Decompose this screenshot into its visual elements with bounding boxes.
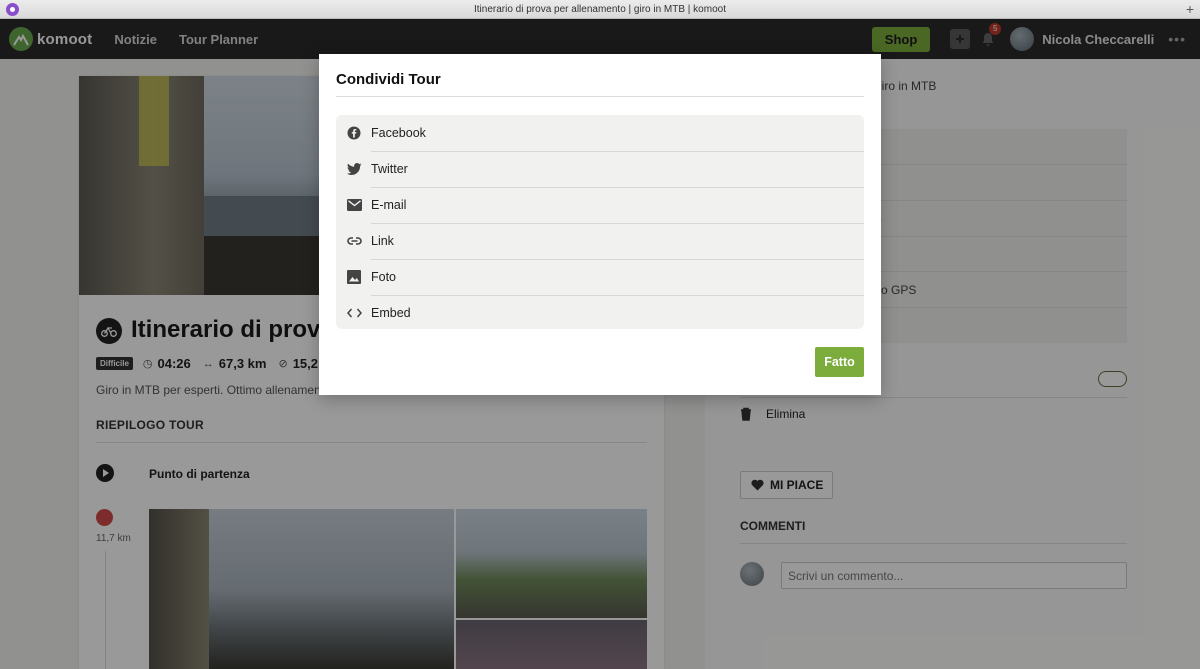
share-item-label: Link (371, 234, 394, 248)
share-email[interactable]: E-mail (336, 187, 864, 223)
image-icon (346, 269, 362, 285)
modal-title: Condividi Tour (336, 71, 441, 88)
share-item-label: Facebook (371, 126, 426, 140)
share-photo[interactable]: Foto (336, 259, 864, 295)
share-options-list: Facebook Twitter E-mail Link Foto Embed (336, 115, 864, 329)
browser-title: Itinerario di prova per allenamento | gi… (474, 3, 726, 15)
share-item-label: Embed (371, 306, 411, 320)
share-facebook[interactable]: Facebook (336, 115, 864, 151)
facebook-icon (346, 125, 362, 141)
share-item-label: E-mail (371, 198, 407, 212)
twitter-icon (346, 161, 362, 177)
mail-icon (346, 197, 362, 213)
code-icon (346, 305, 362, 321)
browser-titlebar: Itinerario di prova per allenamento | gi… (0, 0, 1200, 19)
share-link[interactable]: Link (336, 223, 864, 259)
share-embed[interactable]: Embed (336, 295, 864, 329)
done-button[interactable]: Fatto (815, 347, 864, 377)
new-tab-icon[interactable]: + (1186, 0, 1194, 19)
tab-favicon-icon (6, 3, 19, 16)
share-item-label: Twitter (371, 162, 408, 176)
navbar-dim-overlay (0, 19, 1200, 59)
share-item-label: Foto (371, 270, 397, 284)
share-tour-modal: Condividi Tour Facebook Twitter E-mail L… (319, 54, 881, 395)
link-icon (346, 233, 362, 249)
share-twitter[interactable]: Twitter (336, 151, 864, 187)
